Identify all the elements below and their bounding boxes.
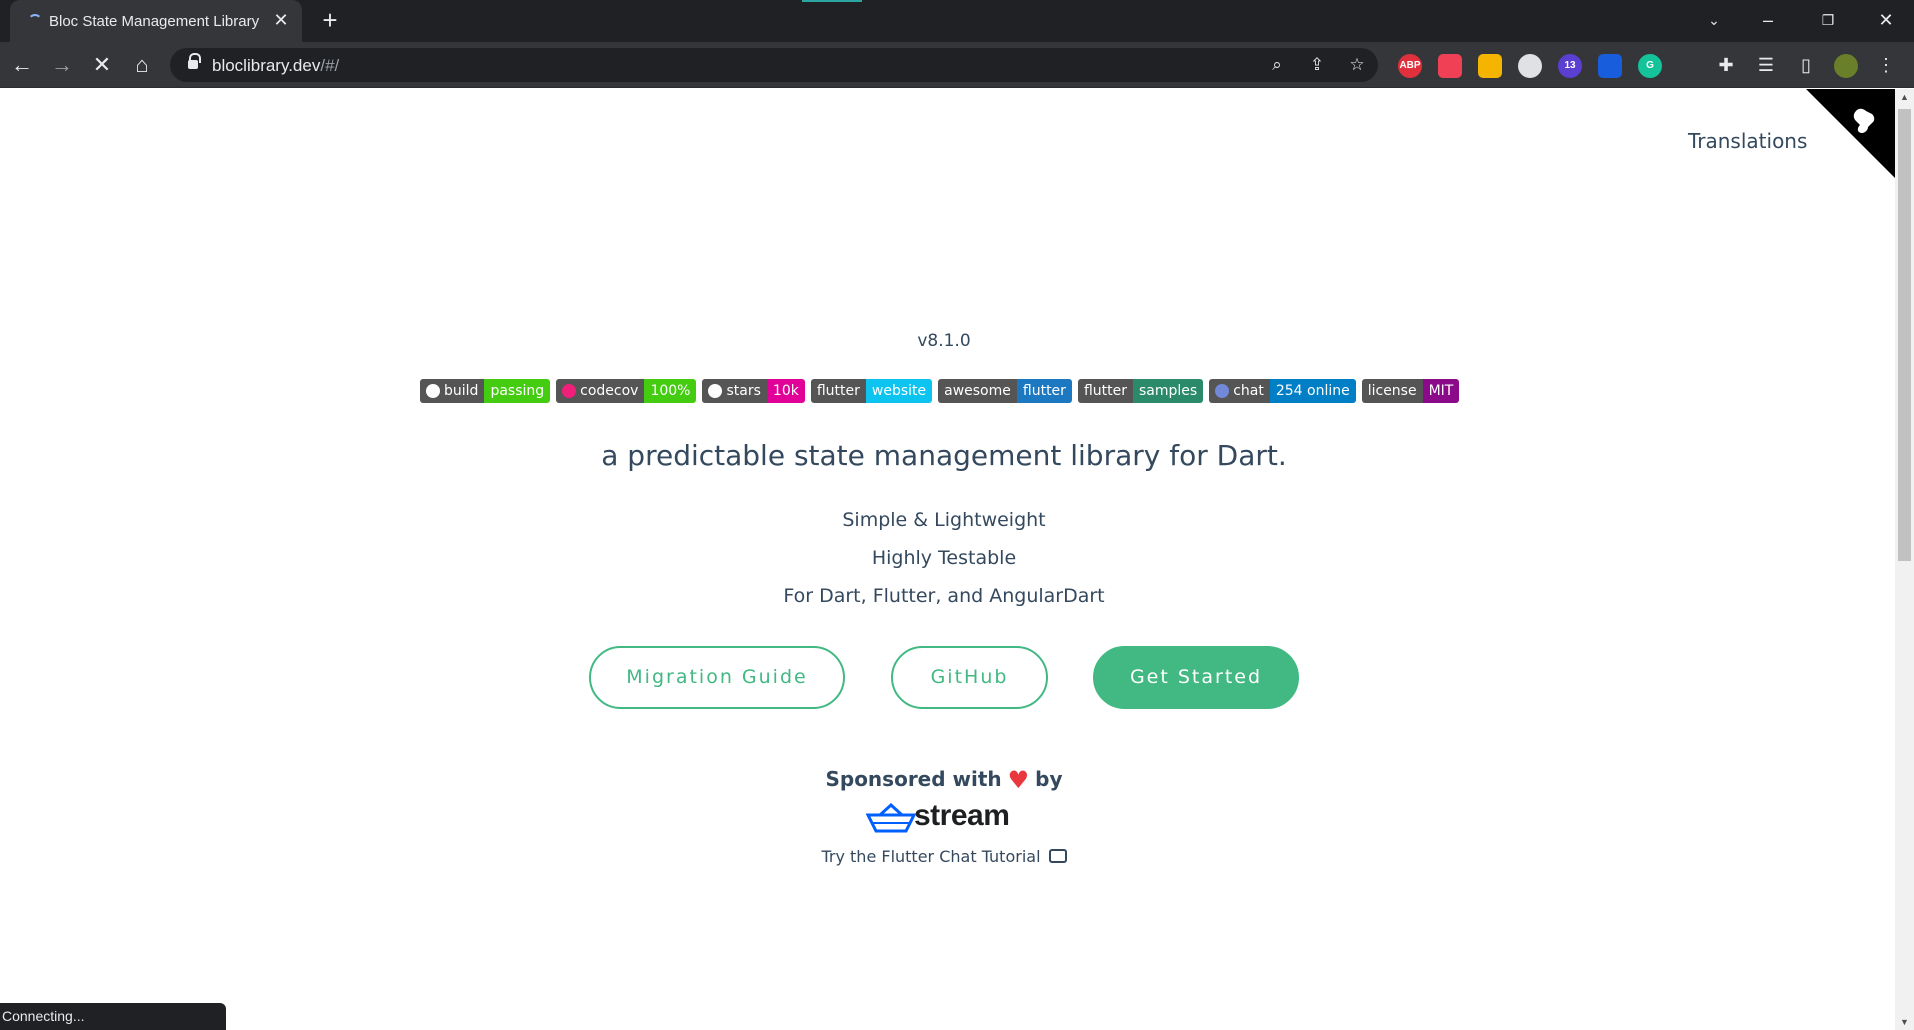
minimize-button[interactable]: – <box>1748 6 1788 34</box>
status-bubble: Connecting... <box>0 1003 226 1030</box>
badge-row: build passing codecov 100% stars 10k flutter we… <box>420 379 1460 403</box>
heart-icon: ♥ <box>1007 766 1030 794</box>
scroll-up-arrow[interactable]: ▲ <box>1895 89 1914 105</box>
stream-logo[interactable]: stream <box>865 799 1020 835</box>
openai-icon[interactable] <box>1518 54 1542 78</box>
badge-label: build <box>420 379 485 403</box>
badge-flutter-samples[interactable]: flutter samples <box>1077 379 1204 403</box>
badge-flutter-website[interactable]: flutter website <box>810 379 933 403</box>
badge-label-text: build <box>444 383 479 399</box>
github-icon <box>426 384 440 398</box>
badge-value: website <box>865 379 933 403</box>
badge-build-passing[interactable]: build passing <box>420 379 551 403</box>
adblock-plus-icon[interactable]: ABP <box>1398 54 1422 78</box>
flutter-chat-tutorial-link[interactable]: Try the Flutter Chat Tutorial <box>821 847 1040 866</box>
badge-label: awesome <box>938 379 1017 403</box>
badge-license-MIT[interactable]: license MIT <box>1361 379 1460 403</box>
badge-label: stars <box>702 379 767 403</box>
badge-awesome-flutter[interactable]: awesome flutter <box>938 379 1072 403</box>
stop-loading-button[interactable]: ✕ <box>88 51 116 79</box>
badge-label-text: codecov <box>580 383 639 399</box>
lock-icon[interactable] <box>188 53 201 70</box>
badge-value: MIT <box>1422 379 1460 403</box>
badge-value: passing <box>484 379 551 403</box>
page-scrollbar[interactable]: ▲ ▼ <box>1895 89 1914 1030</box>
search-icon[interactable]: ⌕ <box>1266 54 1288 76</box>
scroll-thumb[interactable] <box>1898 109 1911 561</box>
bitwarden-icon[interactable] <box>1598 54 1622 78</box>
loading-spinner-icon <box>28 14 42 28</box>
sponsor-by-text: by <box>1035 767 1063 791</box>
share-icon[interactable]: ⇪ <box>1306 54 1328 76</box>
feature-item: For Dart, Flutter, and AngularDart <box>783 585 1105 607</box>
badge-label-text: license <box>1367 383 1417 399</box>
profile-avatar[interactable] <box>1834 54 1858 78</box>
badge-label: flutter <box>810 379 866 403</box>
tab-title: Bloc State Management Library <box>49 13 260 30</box>
version-label: v8.1.0 <box>917 331 971 351</box>
badge-label: chat <box>1209 379 1270 403</box>
badge-value: flutter <box>1016 379 1072 403</box>
close-tab-icon[interactable]: ✕ <box>270 9 292 31</box>
back-button[interactable]: ← <box>8 51 36 79</box>
restore-button[interactable]: ❐ <box>1808 6 1848 34</box>
badge-label: license <box>1361 379 1423 403</box>
forward-button[interactable]: → <box>48 51 76 79</box>
translations-link[interactable]: Translations <box>1688 129 1807 153</box>
tab-search-icon[interactable]: ⌄ <box>1694 6 1734 34</box>
tagline: a predictable state management library f… <box>601 439 1287 472</box>
github-corner-icon[interactable] <box>1806 89 1895 178</box>
badge-label: flutter <box>1077 379 1133 403</box>
badge-chat-254-online[interactable]: chat 254 online <box>1209 379 1356 403</box>
chat-bubble-icon <box>1048 849 1067 863</box>
github-button[interactable]: GitHub <box>891 646 1048 709</box>
get-started-button[interactable]: Get Started <box>1093 646 1299 709</box>
active-tab[interactable]: Bloc State Management Library ✕ <box>10 0 302 42</box>
stream-boat-icon <box>865 802 917 833</box>
badge-codecov-100pct[interactable]: codecov 100% <box>556 379 697 403</box>
tutorial-line: Try the Flutter Chat Tutorial <box>0 847 1888 866</box>
badge-label-text: chat <box>1233 383 1264 399</box>
close-window-button[interactable]: ✕ <box>1866 6 1906 34</box>
page-content: Translations v8.1.0 build passing codecov 1… <box>0 89 1895 1030</box>
discord-icon <box>1215 384 1230 398</box>
badge-ext-icon[interactable]: 13 <box>1558 54 1582 78</box>
menu-kebab-icon[interactable]: ⋮ <box>1872 51 1900 79</box>
badge-label-text: awesome <box>944 383 1011 399</box>
sponsor-line: Sponsored with ♥ by <box>0 766 1888 794</box>
badge-value: samples <box>1132 379 1204 403</box>
new-tab-button[interactable]: + <box>316 7 344 35</box>
feature-list: Simple & Lightweight Highly Testable For… <box>0 506 1888 620</box>
home-button[interactable]: ⌂ <box>128 51 156 79</box>
stream-wordmark: stream <box>914 799 1010 832</box>
badge-value: 100% <box>644 379 697 403</box>
feature-item: Simple & Lightweight <box>842 509 1046 531</box>
badge-value: 254 online <box>1269 379 1356 403</box>
tab-strip: Bloc State Management Library ✕ + ⌄ – ❐ … <box>0 0 1914 42</box>
badge-label-text: flutter <box>1083 383 1127 399</box>
grammarly-icon[interactable]: G <box>1638 54 1662 78</box>
badge-stars-10k[interactable]: stars 10k <box>702 379 805 403</box>
sponsor-text: Sponsored with <box>825 767 1002 791</box>
url-text[interactable]: bloclibrary.dev/#/ <box>212 56 339 76</box>
bookmark-star-icon[interactable]: ☆ <box>1346 54 1368 76</box>
badge-label: codecov <box>556 379 645 403</box>
extensions-puzzle-icon[interactable]: ✚ <box>1712 51 1740 79</box>
scroll-down-arrow[interactable]: ▼ <box>1895 1014 1914 1030</box>
feature-item: Highly Testable <box>871 547 1017 569</box>
badge-value: 10k <box>766 379 805 403</box>
badge-label-text: flutter <box>816 383 860 399</box>
tab-strip-accent <box>802 0 862 2</box>
codecov-icon <box>562 384 577 398</box>
address-bar[interactable]: bloclibrary.dev/#/ ⌕ ⇪ ☆ <box>170 48 1378 82</box>
pocket-icon[interactable] <box>1438 54 1462 78</box>
badge-label-text: stars <box>726 383 761 399</box>
migration-guide-button[interactable]: Migration Guide <box>589 646 845 709</box>
browser-toolbar: ← → ✕ ⌂ bloclibrary.dev/#/ ⌕ ⇪ ☆ ABP 13 G … <box>0 42 1914 88</box>
media-control-icon[interactable]: ☰ <box>1752 51 1780 79</box>
keep-icon[interactable] <box>1478 54 1502 78</box>
side-panel-icon[interactable]: ▯ <box>1792 51 1820 79</box>
github-icon <box>708 384 723 398</box>
